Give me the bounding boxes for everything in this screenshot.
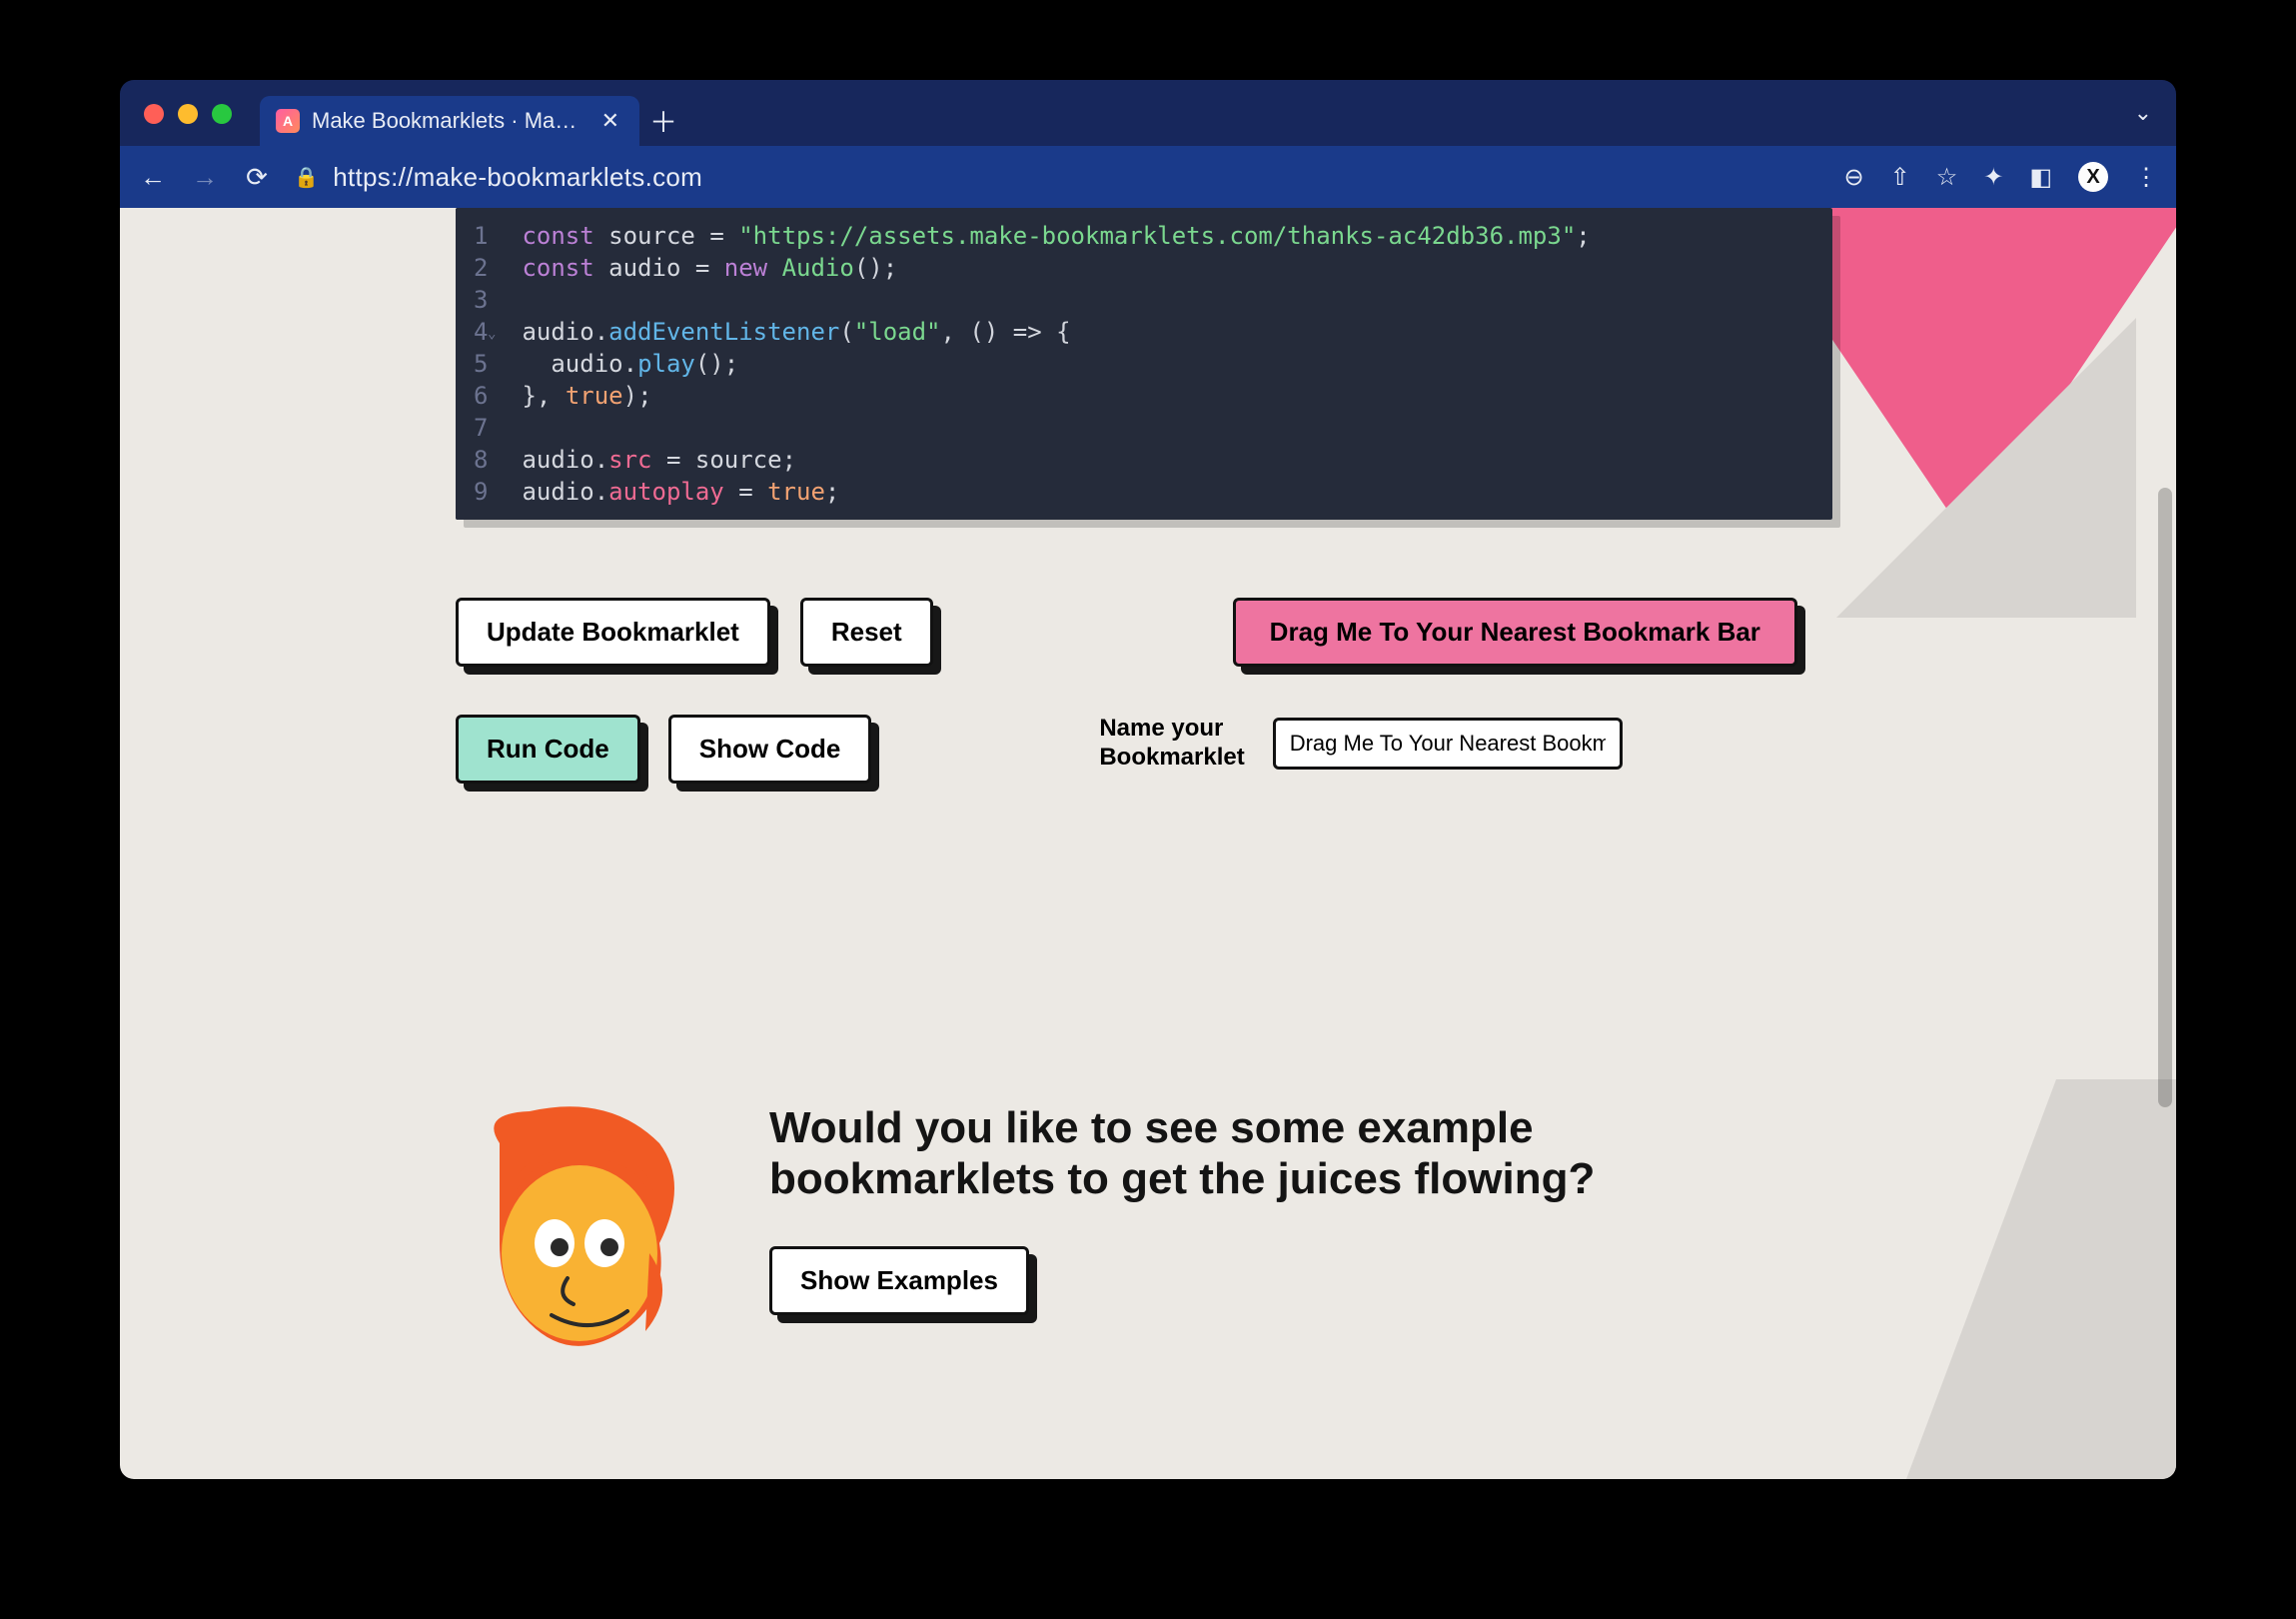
tab-bar: A Make Bookmarklets · Make it e ✕ ＋ ⌄ [120, 80, 2176, 146]
run-code-button[interactable]: Run Code [456, 715, 640, 784]
name-bookmarklet-label: Name yourBookmarklet [1099, 715, 1244, 773]
window-minimize-icon[interactable] [178, 104, 198, 124]
back-icon[interactable]: ← [138, 162, 168, 193]
window-close-icon[interactable] [144, 104, 164, 124]
code-editor-panel: 123456789 ⌄ const source = "https://asse… [456, 208, 1832, 520]
address-bar: ← → ⟳ 🔒 https://make-bookmarklets.com ⊖ … [120, 146, 2176, 208]
zoom-icon[interactable]: ⊖ [1843, 163, 1863, 192]
favicon-icon: A [276, 109, 300, 133]
share-icon[interactable]: ⇧ [1890, 163, 1910, 192]
url-field[interactable]: 🔒 https://make-bookmarklets.com [294, 162, 702, 193]
window-controls [144, 104, 260, 146]
sidepanel-icon[interactable]: ◧ [2029, 163, 2052, 192]
show-code-button[interactable]: Show Code [668, 715, 872, 784]
bookmark-star-icon[interactable]: ☆ [1936, 163, 1958, 192]
code-editor[interactable]: 123456789 ⌄ const source = "https://asse… [456, 208, 1832, 520]
browser-tab[interactable]: A Make Bookmarklets · Make it e ✕ [260, 96, 639, 146]
lock-icon: 🔒 [294, 165, 319, 190]
url-text: https://make-bookmarklets.com [333, 162, 702, 193]
page-viewport: 123456789 ⌄ const source = "https://asse… [120, 208, 2176, 1479]
tabs-overflow-icon[interactable]: ⌄ [2134, 100, 2152, 146]
reload-icon[interactable]: ⟳ [242, 162, 272, 193]
profile-avatar-icon[interactable]: X [2078, 162, 2108, 192]
bookmarklet-name-input[interactable] [1273, 718, 1623, 770]
close-icon[interactable]: ✕ [597, 108, 623, 134]
illustration-face-icon [460, 1103, 689, 1363]
forward-icon: → [190, 162, 220, 193]
menu-icon[interactable]: ⋮ [2134, 163, 2158, 192]
window-zoom-icon[interactable] [212, 104, 232, 124]
tab-title: Make Bookmarklets · Make it e [312, 108, 585, 134]
extensions-icon[interactable]: ✦ [1983, 163, 2003, 192]
line-gutter: 123456789 ⌄ [456, 208, 502, 520]
new-tab-button[interactable]: ＋ [639, 96, 687, 146]
update-bookmarklet-button[interactable]: Update Bookmarklet [456, 598, 770, 667]
browser-window: A Make Bookmarklets · Make it e ✕ ＋ ⌄ ← … [120, 80, 2176, 1479]
show-examples-button[interactable]: Show Examples [769, 1246, 1029, 1315]
code-body[interactable]: const source = "https://assets.make-book… [502, 208, 1590, 520]
examples-heading: Would you like to see some example bookm… [769, 1103, 1728, 1204]
scrollbar[interactable] [2158, 488, 2172, 1107]
drag-bookmarklet-link[interactable]: Drag Me To Your Nearest Bookmark Bar [1233, 598, 1797, 667]
fold-icon[interactable]: ⌄ [488, 318, 496, 350]
reset-button[interactable]: Reset [800, 598, 933, 667]
